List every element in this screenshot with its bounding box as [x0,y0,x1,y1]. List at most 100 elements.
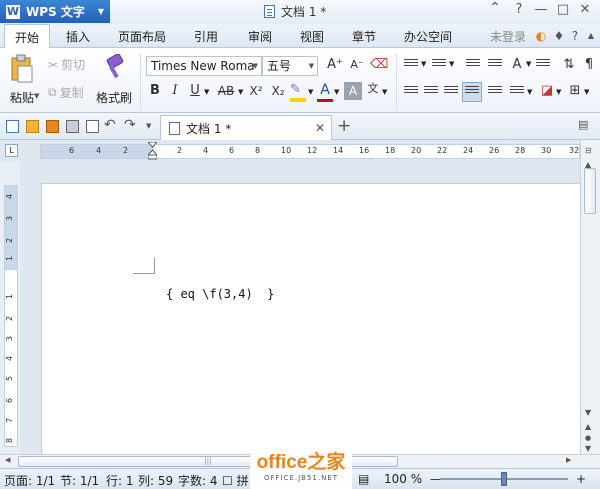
sort-icon[interactable]: ⇅ [560,56,578,74]
tab-options-icon[interactable]: ▤ [578,118,588,131]
italic-button[interactable]: I [166,82,184,100]
shrink-font-button[interactable]: A⁻ [348,56,366,74]
borders-icon[interactable]: ⊞ [566,82,584,100]
tab-selector[interactable]: L [5,144,18,157]
font-color-button[interactable]: A [316,82,334,102]
field-code-text[interactable]: { eq \f(3,4) } [166,287,274,301]
select-browse-object-icon[interactable]: ● [585,434,591,442]
next-page-icon[interactable]: ▼ [585,444,591,453]
shading-icon[interactable]: ◪ [538,82,556,100]
print-preview-icon[interactable] [86,120,99,133]
chevron-down-icon[interactable]: ▼ [421,60,426,68]
font-size-select[interactable]: 五号 ▼ [262,56,318,76]
decrease-indent-icon[interactable] [466,59,480,71]
chevron-down-icon[interactable]: ▼ [334,88,339,96]
chevron-down-icon[interactable]: ▼ [449,60,454,68]
ribbon-collapse-icon[interactable]: ⌃ [484,0,506,16]
format-painter-button[interactable]: 格式刷 [96,53,132,106]
paste-dropdown-icon[interactable]: ▼ [34,92,39,100]
help-button[interactable]: ? [508,2,530,17]
chevron-up-icon[interactable]: ▲ [584,29,598,43]
document-page[interactable]: { eq \f(3,4) } [41,183,580,454]
shirt-icon[interactable]: ♦ [552,29,566,43]
login-link[interactable]: 未登录 [490,28,526,45]
spellcheck-toggle[interactable]: ☐ 拼 [222,472,249,489]
text-direction-icon[interactable]: A [508,56,526,74]
show-marks-icon[interactable]: ¶ [580,56,598,74]
align-left-icon[interactable] [404,86,418,98]
tab-office-space[interactable]: 办公空间 [404,28,452,45]
horizontal-ruler[interactable]: 6 4 2 2 4 6 8 10 12 14 16 18 20 22 24 26 28 30 32 [40,144,580,159]
underline-button[interactable]: U [186,82,204,100]
cut-button[interactable]: ✂ 剪切 [48,56,85,73]
zoom-percent[interactable]: 100 % [384,472,422,486]
skin-icon[interactable]: ◐ [534,29,548,43]
tab-view[interactable]: 视图 [300,28,324,45]
indent-marker-icon[interactable] [148,142,157,160]
help-icon[interactable]: ? [568,29,582,43]
word-count[interactable]: 字数: 4 [178,472,218,489]
numbered-list-icon[interactable] [432,59,446,71]
scroll-right-icon[interactable]: ▶ [566,456,571,464]
table-icon[interactable] [536,59,550,71]
chevron-down-icon[interactable]: ▼ [382,88,387,96]
distributed-align-icon[interactable] [488,86,502,98]
bold-button[interactable]: B [146,82,164,100]
chevron-down-icon[interactable]: ▼ [527,88,532,96]
tab-chapter[interactable]: 章节 [352,28,376,45]
zoom-in-button[interactable]: + [576,472,586,486]
line-spacing-icon[interactable] [510,86,524,98]
chevron-down-icon[interactable]: ▼ [584,88,589,96]
view-mode-icon[interactable]: ▤ [358,472,369,486]
highlight-button[interactable]: ✎ [290,82,308,102]
font-name-select[interactable]: Times New Roma ▼ [146,56,262,76]
align-right-icon[interactable] [444,86,458,98]
tab-insert[interactable]: 插入 [66,28,90,45]
minimize-button[interactable]: — [530,2,552,17]
superscript-button[interactable]: X² [246,82,266,100]
char-shading-button[interactable]: A [344,82,362,100]
grow-font-button[interactable]: A⁺ [326,56,344,74]
document-area[interactable]: { eq \f(3,4) } [20,162,580,454]
tab-home[interactable]: 开始 [4,24,51,49]
vertical-scrollbar[interactable]: ⊟ ▲ ▼ ▲ ● ▼ [580,140,600,454]
tab-references[interactable]: 引用 [194,28,218,45]
bullet-list-icon[interactable] [404,59,418,71]
pinyin-guide-button[interactable]: 文 [364,80,382,98]
customize-dropdown-icon[interactable]: ▼ [146,122,151,130]
open-folder-icon[interactable] [26,120,39,133]
strikethrough-button[interactable]: AB [214,82,238,100]
scroll-left-icon[interactable]: ◀ [5,456,10,464]
subscript-button[interactable]: X₂ [268,82,288,100]
vertical-scroll-thumb[interactable] [584,168,596,214]
maximize-button[interactable]: □ [552,2,574,17]
align-center-icon[interactable] [424,86,438,98]
redo-icon[interactable]: ↷ [124,117,136,133]
chevron-down-icon[interactable]: ▼ [556,88,561,96]
save-icon[interactable] [46,120,59,133]
chevron-down-icon[interactable]: ▼ [238,88,243,96]
chevron-down-icon[interactable]: ▼ [526,60,531,68]
justify-button[interactable] [462,82,482,102]
scroll-down-icon[interactable]: ▼ [585,408,591,417]
print-icon[interactable] [66,120,79,133]
new-tab-button[interactable]: + [337,116,351,136]
app-menu-button[interactable]: W WPS 文字 ▼ [0,0,110,23]
chevron-down-icon[interactable]: ▼ [308,88,313,96]
page-indicator[interactable]: 页面: 1/1 [4,472,55,489]
zoom-slider-thumb[interactable] [501,472,507,486]
tab-review[interactable]: 审阅 [248,28,272,45]
close-button[interactable]: ✕ [574,2,596,17]
increase-indent-icon[interactable] [488,59,502,71]
document-tab[interactable]: 文档 1 * ✕ [160,115,332,140]
split-icon[interactable]: ⊟ [585,146,592,155]
vertical-ruler[interactable]: 4 3 2 1 1 2 3 4 5 6 7 8 [4,185,18,447]
copy-button[interactable]: ⧉ 复制 [48,84,84,101]
close-tab-button[interactable]: ✕ [315,121,325,135]
tab-page-layout[interactable]: 页面布局 [118,28,166,45]
chevron-down-icon[interactable]: ▼ [204,88,209,96]
undo-icon[interactable]: ↶ [104,117,116,133]
clear-format-icon[interactable]: ⌫ [370,56,388,74]
new-document-icon[interactable] [6,120,19,133]
previous-page-icon[interactable]: ▲ [585,422,591,431]
